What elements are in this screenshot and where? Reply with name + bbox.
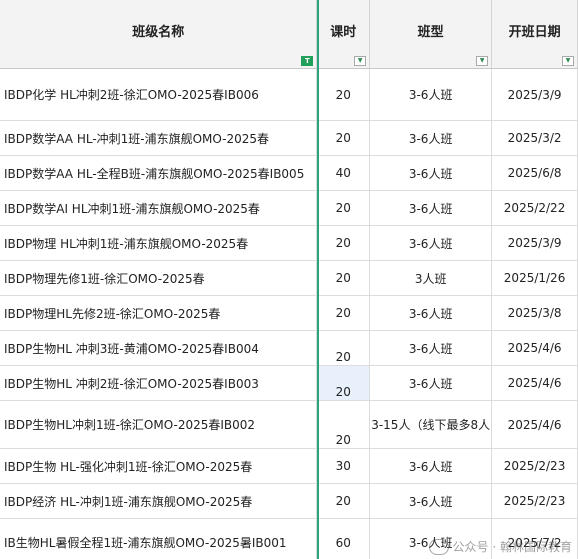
cell-class-type[interactable]: 3-6人班	[369, 365, 493, 401]
cell-class-name[interactable]: IBDP物理 HL冲刺1班-浦东旗舰OMO-2025春	[0, 225, 318, 261]
table-row: IBDP化学 HL冲刺2班-徐汇OMO-2025春IB006 20 3-6人班 …	[0, 68, 578, 121]
table-row: IBDP生物HL冲刺1班-徐汇OMO-2025春IB002 20 3-15人（线…	[0, 400, 578, 449]
cell-class-name[interactable]: IBDP经济 HL-冲刺1班-浦东旗舰OMO-2025春	[0, 483, 318, 519]
header-row: 班级名称 T 课时 ▼ 班型 ▼ 开班日期 ▼	[0, 0, 578, 69]
cell-class-name[interactable]: IBDP生物HL 冲刺3班-黄浦OMO-2025春IB004	[0, 330, 318, 366]
table-row: IBDP物理 HL冲刺1班-浦东旗舰OMO-2025春 20 3-6人班 202…	[0, 225, 578, 261]
table-row: IBDP生物 HL-强化冲刺1班-徐汇OMO-2025春 30 3-6人班 20…	[0, 448, 578, 484]
cell-hours[interactable]: 30	[316, 448, 371, 484]
table-row: IBDP生物HL 冲刺3班-黄浦OMO-2025春IB004 20 3-6人班 …	[0, 330, 578, 366]
cell-hours-selected[interactable]: 20	[316, 365, 371, 401]
cell-class-type[interactable]: 3-6人班	[369, 225, 493, 261]
cell-start-date[interactable]: 2025/3/2	[491, 120, 578, 156]
cell-hours[interactable]: 20	[316, 225, 371, 261]
cell-start-date[interactable]: 2025/2/22	[491, 190, 578, 226]
table-row: IBDP生物HL 冲刺2班-徐汇OMO-2025春IB003 20 3-6人班 …	[0, 365, 578, 401]
cell-hours[interactable]: 20	[316, 120, 371, 156]
header-hours[interactable]: 课时 ▼	[316, 0, 371, 69]
cell-class-type[interactable]: 3-6人班	[369, 448, 493, 484]
cell-class-type[interactable]: 3-6人班	[369, 295, 493, 331]
cell-start-date[interactable]: 2025/4/6	[491, 400, 578, 449]
filter-dropdown-icon[interactable]: ▼	[562, 56, 574, 66]
cell-start-date[interactable]: 2025/3/9	[491, 68, 578, 121]
cell-start-date[interactable]: 2025/7/2	[491, 518, 578, 559]
table-row: IBDP数学AI HL冲刺1班-浦东旗舰OMO-2025春 20 3-6人班 2…	[0, 190, 578, 226]
cell-class-type[interactable]: 3-6人班	[369, 483, 493, 519]
cell-start-date[interactable]: 2025/6/8	[491, 155, 578, 191]
cell-class-type[interactable]: 3-6人班	[369, 120, 493, 156]
table-row: IBDP物理先修1班-徐汇OMO-2025春 20 3人班 2025/1/26	[0, 260, 578, 296]
cell-class-name[interactable]: IBDP数学AA HL-冲刺1班-浦东旗舰OMO-2025春	[0, 120, 318, 156]
header-hours-label: 课时	[330, 24, 357, 40]
header-class-type[interactable]: 班型 ▼	[369, 0, 493, 69]
cell-class-name[interactable]: IBDP生物 HL-强化冲刺1班-徐汇OMO-2025春	[0, 448, 318, 484]
table-row: IBDP数学AA HL-全程B班-浦东旗舰OMO-2025春IB005 40 3…	[0, 155, 578, 191]
header-class-type-label: 班型	[417, 24, 444, 40]
cell-class-name[interactable]: IBDP数学AA HL-全程B班-浦东旗舰OMO-2025春IB005	[0, 155, 318, 191]
cell-class-name[interactable]: IBDP生物HL冲刺1班-徐汇OMO-2025春IB002	[0, 400, 318, 449]
cell-hours[interactable]: 20	[316, 68, 371, 121]
cell-class-type[interactable]: 3-6人班	[369, 190, 493, 226]
filter-active-icon[interactable]: T	[301, 56, 314, 66]
header-start-date[interactable]: 开班日期 ▼	[491, 0, 578, 69]
header-class-name-label: 班级名称	[132, 24, 185, 40]
cell-hours[interactable]: 20	[316, 483, 371, 519]
filter-dropdown-icon[interactable]: ▼	[354, 56, 367, 66]
cell-class-name[interactable]: IBDP数学AI HL冲刺1班-浦东旗舰OMO-2025春	[0, 190, 318, 226]
cell-class-name[interactable]: IB生物HL暑假全程1班-浦东旗舰OMO-2025暑IB001	[0, 518, 318, 559]
cell-start-date[interactable]: 2025/3/8	[491, 295, 578, 331]
cell-hours[interactable]: 40	[316, 155, 371, 191]
spreadsheet: 班级名称 T 课时 ▼ 班型 ▼ 开班日期 ▼ IBDP化学 HL冲刺2班-徐汇…	[0, 0, 578, 559]
cell-class-type[interactable]: 3-15人（线下最多8人	[369, 400, 493, 449]
table-row: IBDP数学AA HL-冲刺1班-浦东旗舰OMO-2025春 20 3-6人班 …	[0, 120, 578, 156]
table-row: IB生物HL暑假全程1班-浦东旗舰OMO-2025暑IB001 60 3-6人班…	[0, 518, 578, 559]
table-row: IBDP物理HL先修2班-徐汇OMO-2025春 20 3-6人班 2025/3…	[0, 295, 578, 331]
cell-start-date[interactable]: 2025/1/26	[491, 260, 578, 296]
cell-hours[interactable]: 20	[316, 260, 371, 296]
header-class-name[interactable]: 班级名称 T	[0, 0, 318, 69]
cell-start-date[interactable]: 2025/2/23	[491, 448, 578, 484]
cell-class-type[interactable]: 3-6人班	[369, 68, 493, 121]
cell-start-date[interactable]: 2025/4/6	[491, 365, 578, 401]
cell-hours[interactable]: 60	[316, 518, 371, 559]
cell-class-name[interactable]: IBDP化学 HL冲刺2班-徐汇OMO-2025春IB006	[0, 68, 318, 121]
cell-class-name[interactable]: IBDP物理HL先修2班-徐汇OMO-2025春	[0, 295, 318, 331]
cell-hours[interactable]: 20	[316, 295, 371, 331]
cell-hours[interactable]: 20	[316, 190, 371, 226]
cell-class-name[interactable]: IBDP物理先修1班-徐汇OMO-2025春	[0, 260, 318, 296]
cell-class-type[interactable]: 3人班	[369, 260, 493, 296]
cell-class-type[interactable]: 3-6人班	[369, 155, 493, 191]
header-start-date-label: 开班日期	[508, 24, 561, 40]
class-table: 班级名称 T 课时 ▼ 班型 ▼ 开班日期 ▼ IBDP化学 HL冲刺2班-徐汇…	[0, 0, 578, 559]
cell-hours[interactable]: 20	[316, 400, 371, 449]
cell-class-type[interactable]: 3-6人班	[369, 330, 493, 366]
cell-class-type[interactable]: 3-6人班	[369, 518, 493, 559]
filter-dropdown-icon[interactable]: ▼	[476, 56, 489, 66]
cell-start-date[interactable]: 2025/2/23	[491, 483, 578, 519]
table-row: IBDP经济 HL-冲刺1班-浦东旗舰OMO-2025春 20 3-6人班 20…	[0, 483, 578, 519]
cell-start-date[interactable]: 2025/3/9	[491, 225, 578, 261]
cell-class-name[interactable]: IBDP生物HL 冲刺2班-徐汇OMO-2025春IB003	[0, 365, 318, 401]
cell-hours[interactable]: 20	[316, 330, 371, 366]
cell-start-date[interactable]: 2025/4/6	[491, 330, 578, 366]
